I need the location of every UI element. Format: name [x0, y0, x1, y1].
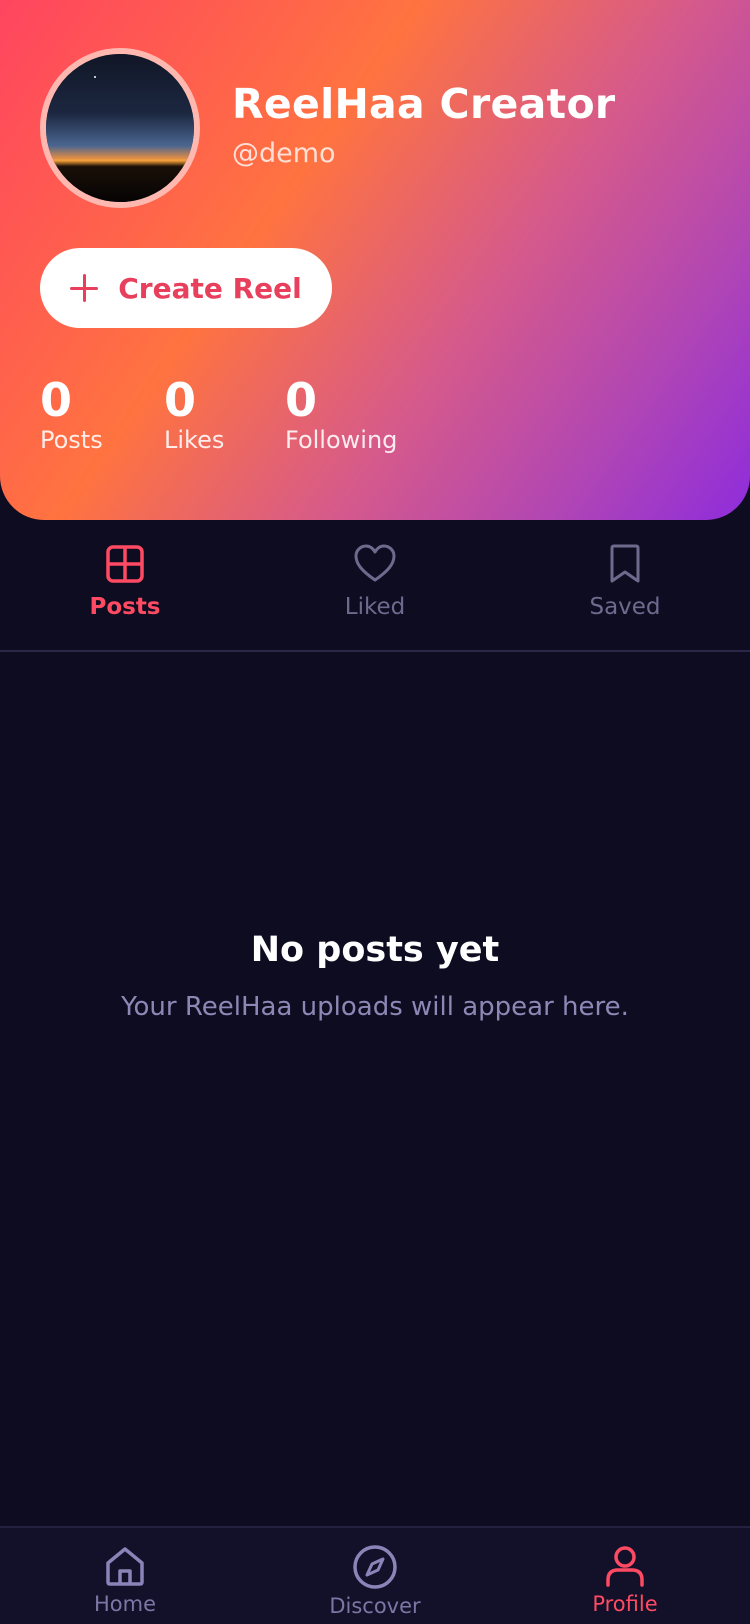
- avatar-star: [94, 76, 96, 78]
- nav-discover-label: Discover: [329, 1594, 421, 1618]
- profile-name: ReelHaa Creator: [232, 80, 616, 128]
- stat-following-count: 0: [285, 373, 318, 427]
- tab-saved-label: Saved: [589, 594, 661, 620]
- nav-profile-label: Profile: [592, 1592, 658, 1616]
- heart-icon: [354, 544, 396, 582]
- nav-home[interactable]: Home: [0, 1544, 250, 1616]
- compass-icon: [353, 1545, 397, 1589]
- plus-icon: [70, 274, 99, 302]
- nav-discover[interactable]: Discover: [250, 1544, 500, 1618]
- profile-tabs: Posts Liked Saved: [0, 520, 750, 652]
- stat-following[interactable]: 0 Following: [285, 372, 397, 454]
- stat-posts[interactable]: 0 Posts: [40, 372, 103, 454]
- user-icon: [606, 1546, 644, 1587]
- stat-following-label: Following: [285, 426, 398, 454]
- create-reel-label: Create Reel: [118, 271, 302, 305]
- stat-likes-label: Likes: [164, 426, 225, 454]
- stat-likes[interactable]: 0 Likes: [164, 372, 224, 454]
- tab-saved[interactable]: Saved: [500, 544, 750, 620]
- profile-handle: @demo: [232, 138, 336, 169]
- stat-posts-label: Posts: [40, 426, 103, 454]
- nav-profile[interactable]: Profile: [500, 1544, 750, 1616]
- tab-liked[interactable]: Liked: [250, 544, 500, 620]
- home-icon: [106, 1547, 144, 1586]
- avatar[interactable]: [40, 48, 200, 208]
- profile-header: ReelHaa Creator @demo Create Reel 0 Post…: [0, 0, 750, 520]
- tab-posts-label: Posts: [89, 594, 161, 620]
- grid-icon: [106, 545, 144, 583]
- tab-posts[interactable]: Posts: [0, 544, 250, 620]
- stat-likes-count: 0: [164, 373, 197, 427]
- stat-posts-count: 0: [40, 373, 73, 427]
- create-reel-button[interactable]: Create Reel: [40, 248, 332, 328]
- bottom-nav: Home Discover Profile: [0, 1526, 750, 1624]
- bookmark-icon: [610, 544, 640, 583]
- empty-state-title: No posts yet: [250, 930, 500, 970]
- tab-liked-label: Liked: [344, 594, 406, 620]
- empty-state-subtitle: Your ReelHaa uploads will appear here.: [121, 992, 629, 1022]
- nav-home-label: Home: [93, 1592, 156, 1616]
- avatar-image: [46, 54, 194, 202]
